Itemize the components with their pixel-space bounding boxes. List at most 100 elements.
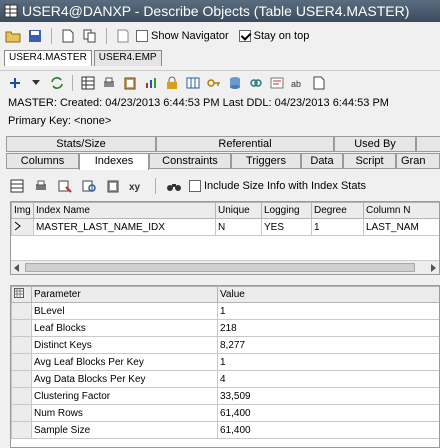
- cell-parameter[interactable]: Leaf Blocks: [31, 319, 218, 337]
- tab-grants[interactable]: Gran: [396, 153, 440, 169]
- binoculars-icon[interactable]: [165, 177, 183, 195]
- link-icon[interactable]: [247, 74, 265, 92]
- table-row[interactable]: MASTER_LAST_NAME_IDX N YES 1 LAST_NAM: [11, 218, 439, 236]
- columns-icon[interactable]: [184, 74, 202, 92]
- tab-triggers[interactable]: Triggers: [231, 153, 301, 169]
- cell-value[interactable]: 33,509: [217, 387, 439, 405]
- cell-value[interactable]: 1: [217, 353, 439, 371]
- table-row[interactable]: Num Rows 61,400: [11, 404, 439, 422]
- sql-icon[interactable]: [268, 74, 286, 92]
- scroll-left-icon[interactable]: [14, 264, 19, 272]
- scroll-right-icon[interactable]: [431, 264, 436, 272]
- table-row[interactable]: Leaf Blocks 218: [11, 319, 439, 337]
- scrollbar-thumb[interactable]: [25, 263, 415, 272]
- xy-icon[interactable]: xy: [128, 177, 146, 195]
- table-icon: [4, 4, 18, 18]
- printer-icon[interactable]: [100, 74, 118, 92]
- tab-stats-size[interactable]: Stats/Size: [6, 136, 156, 152]
- table-row[interactable]: Avg Leaf Blocks Per Key 1: [11, 353, 439, 371]
- col-degree[interactable]: Degree: [311, 202, 364, 219]
- table-row[interactable]: Avg Data Blocks Per Key 4: [11, 370, 439, 388]
- refresh-icon[interactable]: [48, 74, 66, 92]
- analyze-index-icon[interactable]: [80, 177, 98, 195]
- lock-icon[interactable]: [163, 74, 181, 92]
- col-logging[interactable]: Logging: [261, 202, 312, 219]
- cell-degree[interactable]: 1: [311, 218, 364, 236]
- clipboard-index-icon[interactable]: [104, 177, 122, 195]
- cell-parameter[interactable]: BLevel: [31, 302, 218, 320]
- save-icon[interactable]: [26, 27, 44, 45]
- print-index-icon[interactable]: [32, 177, 50, 195]
- chevron-down-icon[interactable]: [27, 74, 45, 92]
- col-img[interactable]: Img: [11, 202, 34, 219]
- object-toolbar: ab: [0, 70, 440, 94]
- show-navigator-checkbox[interactable]: Show Navigator: [136, 30, 229, 42]
- cell-parameter[interactable]: Num Rows: [31, 404, 218, 422]
- key-icon[interactable]: [205, 74, 223, 92]
- index-stats-grid: Parameter Value BLevel 1 Leaf Blocks 218 Dis…: [10, 285, 440, 448]
- open-folder-icon[interactable]: [4, 27, 22, 45]
- row-header: [11, 319, 32, 337]
- tab-indexes[interactable]: Indexes: [79, 153, 149, 170]
- table-row[interactable]: Sample Size 61,400: [11, 421, 439, 439]
- copy-document-icon[interactable]: [81, 27, 99, 45]
- document-icon[interactable]: [310, 74, 328, 92]
- grid-view-icon[interactable]: [8, 177, 26, 195]
- row-header: [11, 421, 32, 439]
- cell-value[interactable]: 1: [217, 302, 439, 320]
- svg-text:ab: ab: [291, 79, 301, 89]
- cell-column-name[interactable]: LAST_NAM: [363, 218, 439, 236]
- row-header: [11, 302, 32, 320]
- cell-value[interactable]: 218: [217, 319, 439, 337]
- clipboard-icon[interactable]: [121, 74, 139, 92]
- horizontal-scrollbar[interactable]: [11, 260, 439, 274]
- object-tab-emp[interactable]: USER4.EMP: [93, 50, 162, 66]
- tab-data[interactable]: Data: [301, 153, 343, 169]
- include-size-checkbox[interactable]: Include Size Info with Index Stats: [189, 180, 366, 192]
- new-document-icon[interactable]: [59, 27, 77, 45]
- tab-used-by[interactable]: Used By: [334, 136, 416, 152]
- table-row[interactable]: BLevel 1: [11, 302, 439, 320]
- cell-logging[interactable]: YES: [261, 218, 312, 236]
- main-toolbar: Show Navigator Stay on top: [0, 24, 440, 48]
- cell-parameter[interactable]: Avg Data Blocks Per Key: [31, 370, 218, 388]
- chart-icon[interactable]: [142, 74, 160, 92]
- stay-on-top-box[interactable]: [238, 30, 251, 42]
- cell-value[interactable]: 8,277: [217, 336, 439, 354]
- text-ab-icon[interactable]: ab: [289, 74, 307, 92]
- cell-value[interactable]: 4: [217, 370, 439, 388]
- col-unique[interactable]: Unique: [215, 202, 262, 219]
- col-parameter[interactable]: Parameter: [31, 286, 218, 303]
- cell-parameter[interactable]: Clustering Factor: [31, 387, 218, 405]
- add-icon[interactable]: [6, 74, 24, 92]
- table-row[interactable]: Clustering Factor 33,509: [11, 387, 439, 405]
- cell-parameter[interactable]: Distinct Keys: [31, 336, 218, 354]
- tab-columns[interactable]: Columns: [6, 153, 79, 169]
- show-navigator-box[interactable]: [136, 30, 148, 42]
- cell-parameter[interactable]: Avg Leaf Blocks Per Key: [31, 353, 218, 371]
- object-tab-master[interactable]: USER4.MASTER: [4, 50, 92, 66]
- grid-corner-icon: [14, 288, 24, 298]
- cell-value[interactable]: 61,400: [217, 421, 439, 439]
- cell-value[interactable]: 61,400: [217, 404, 439, 422]
- row-pointer-icon: [14, 221, 21, 230]
- col-index-name[interactable]: Index Name: [33, 202, 216, 219]
- grid-icon[interactable]: [79, 74, 97, 92]
- print-icon[interactable]: [114, 27, 132, 45]
- cell-parameter[interactable]: Sample Size: [31, 421, 218, 439]
- rebuild-index-icon[interactable]: [56, 177, 74, 195]
- col-column-name[interactable]: Column N: [363, 202, 439, 219]
- primary-key-info: Primary Key: <none>: [8, 115, 112, 127]
- show-navigator-label: Show Navigator: [151, 30, 229, 42]
- table-row[interactable]: Distinct Keys 8,277: [11, 336, 439, 354]
- cell-index-name[interactable]: MASTER_LAST_NAME_IDX: [33, 218, 216, 236]
- col-value[interactable]: Value: [217, 286, 439, 303]
- index-toolbar: xy Include Size Info with Index Stats: [8, 176, 372, 196]
- tab-script[interactable]: Script: [343, 153, 396, 169]
- include-size-box[interactable]: [189, 180, 201, 192]
- tab-referential[interactable]: Referential: [156, 136, 334, 152]
- database-icon[interactable]: [226, 74, 244, 92]
- tab-constraints[interactable]: Constraints: [149, 153, 231, 169]
- stay-on-top-checkbox[interactable]: Stay on top: [238, 30, 309, 42]
- cell-unique[interactable]: N: [215, 218, 262, 236]
